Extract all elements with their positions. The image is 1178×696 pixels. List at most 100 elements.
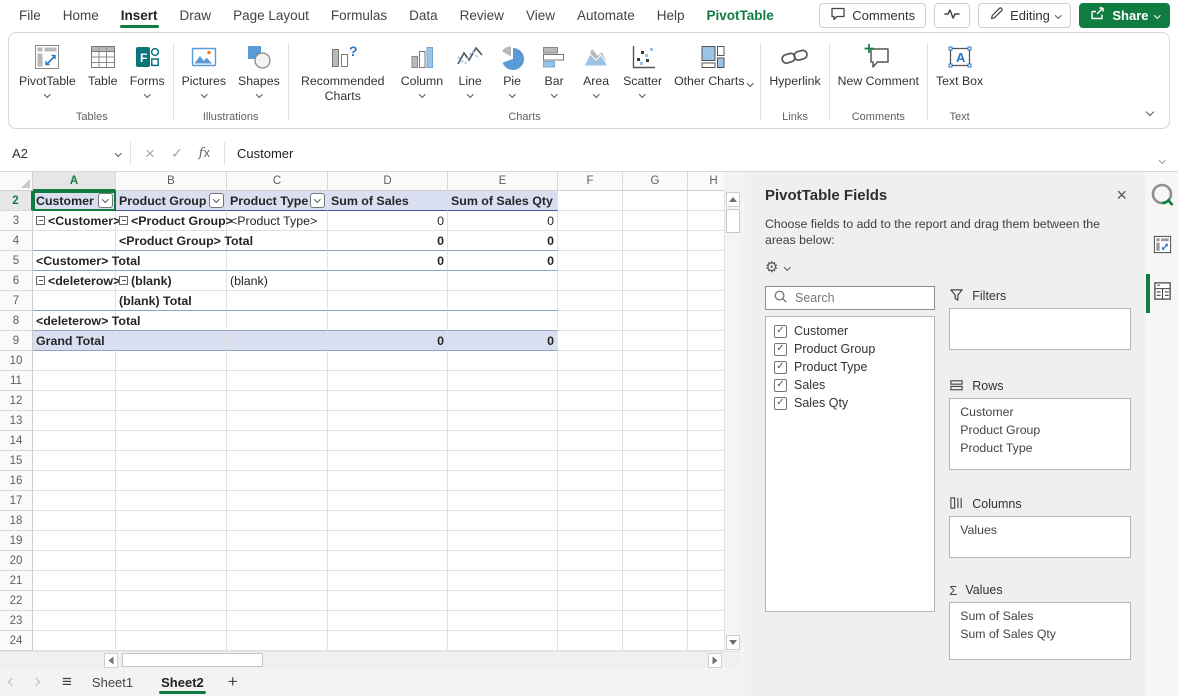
cell-F8[interactable] — [558, 311, 623, 331]
cell-C18[interactable] — [227, 511, 328, 531]
row-header-13[interactable]: 13 — [0, 411, 33, 431]
cell-C9[interactable] — [227, 331, 328, 351]
cell-F18[interactable] — [558, 511, 623, 531]
cell-G2[interactable] — [623, 191, 688, 211]
search-input[interactable] — [795, 291, 915, 305]
filter-dropdown-button[interactable] — [209, 193, 224, 208]
cell-G15[interactable] — [623, 451, 688, 471]
cell-F23[interactable] — [558, 611, 623, 631]
ribbon-button-recommended-charts[interactable]: ? Recommended Charts — [291, 35, 395, 104]
vertical-scrollbar[interactable] — [724, 191, 740, 651]
cell-A7[interactable] — [33, 291, 116, 311]
cell-A10[interactable] — [33, 351, 116, 371]
cell-D12[interactable] — [328, 391, 448, 411]
ribbon-button-other-charts[interactable]: Other Charts — [668, 35, 758, 89]
cell-G16[interactable] — [623, 471, 688, 491]
cell-E5[interactable]: 0 — [448, 251, 558, 271]
cell-B3[interactable]: <Product Group> — [116, 211, 227, 231]
field-checkbox-sales-qty[interactable]: ✓Sales Qty — [774, 394, 926, 412]
cell-B10[interactable] — [116, 351, 227, 371]
cell-B19[interactable] — [116, 531, 227, 551]
pane-settings-button[interactable]: ⚙ — [765, 260, 1131, 275]
cell-G20[interactable] — [623, 551, 688, 571]
cell-E2[interactable]: Sum of Sales Qty — [448, 191, 558, 211]
column-header-G[interactable]: G — [623, 172, 688, 191]
cell-A11[interactable] — [33, 371, 116, 391]
ribbon-button-column-chart[interactable]: Column — [395, 35, 449, 100]
cell-A12[interactable] — [33, 391, 116, 411]
column-header-F[interactable]: F — [558, 172, 623, 191]
cell-A14[interactable] — [33, 431, 116, 451]
columns-area-item[interactable]: Values — [960, 521, 1120, 539]
cell-H24[interactable] — [688, 631, 724, 651]
cell-H9[interactable] — [688, 331, 724, 351]
scroll-right-button[interactable] — [708, 653, 722, 668]
cell-B2[interactable]: Product Group — [116, 191, 227, 211]
cell-G22[interactable] — [623, 591, 688, 611]
pivottable-pane-button[interactable] — [1146, 232, 1178, 262]
cell-E3[interactable]: 0 — [448, 211, 558, 231]
q-addin-button[interactable] — [1146, 180, 1178, 216]
cell-D7[interactable] — [328, 291, 448, 311]
cell-C21[interactable] — [227, 571, 328, 591]
cell-F24[interactable] — [558, 631, 623, 651]
editing-mode-button[interactable]: Editing — [978, 3, 1071, 28]
cell-C5[interactable] — [227, 251, 328, 271]
cell-F2[interactable] — [558, 191, 623, 211]
cell-E9[interactable]: 0 — [448, 331, 558, 351]
cell-F3[interactable] — [558, 211, 623, 231]
cell-F22[interactable] — [558, 591, 623, 611]
cell-D22[interactable] — [328, 591, 448, 611]
cell-F16[interactable] — [558, 471, 623, 491]
cell-D8[interactable] — [328, 311, 448, 331]
ribbon-button-area-chart[interactable]: Area — [575, 35, 617, 100]
cell-B18[interactable] — [116, 511, 227, 531]
cell-D6[interactable] — [328, 271, 448, 291]
cell-F19[interactable] — [558, 531, 623, 551]
cell-B24[interactable] — [116, 631, 227, 651]
cancel-entry-button[interactable]: × — [145, 145, 155, 162]
values-area-item[interactable]: Sum of Sales — [960, 607, 1120, 625]
cell-F21[interactable] — [558, 571, 623, 591]
cell-H21[interactable] — [688, 571, 724, 591]
cell-D17[interactable] — [328, 491, 448, 511]
row-header-21[interactable]: 21 — [0, 571, 33, 591]
cell-E17[interactable] — [448, 491, 558, 511]
field-checkbox-customer[interactable]: ✓Customer — [774, 322, 926, 340]
cell-A21[interactable] — [33, 571, 116, 591]
collapse-outline-button[interactable] — [36, 216, 45, 225]
confirm-entry-button[interactable]: ✓ — [171, 145, 183, 162]
row-header-23[interactable]: 23 — [0, 611, 33, 631]
cell-F6[interactable] — [558, 271, 623, 291]
menu-tab-file[interactable]: File — [8, 0, 52, 30]
cell-C12[interactable] — [227, 391, 328, 411]
next-sheet-button[interactable] — [24, 679, 48, 685]
filter-dropdown-button[interactable] — [310, 193, 325, 208]
cell-H18[interactable] — [688, 511, 724, 531]
cell-E16[interactable] — [448, 471, 558, 491]
cell-E15[interactable] — [448, 451, 558, 471]
cell-E8[interactable] — [448, 311, 558, 331]
cell-D19[interactable] — [328, 531, 448, 551]
cell-B21[interactable] — [116, 571, 227, 591]
cell-A17[interactable] — [33, 491, 116, 511]
cell-B14[interactable] — [116, 431, 227, 451]
column-header-C[interactable]: C — [227, 172, 328, 191]
cell-F4[interactable] — [558, 231, 623, 251]
cell-D2[interactable]: Sum of Sales — [328, 191, 448, 211]
menu-tab-review[interactable]: Review — [449, 0, 515, 30]
cell-A18[interactable] — [33, 511, 116, 531]
cell-E10[interactable] — [448, 351, 558, 371]
field-checkbox-product-type[interactable]: ✓Product Type — [774, 358, 926, 376]
cell-A20[interactable] — [33, 551, 116, 571]
scroll-left-button[interactable] — [104, 653, 118, 668]
row-header-11[interactable]: 11 — [0, 371, 33, 391]
formula-input[interactable]: Customer — [225, 146, 1178, 161]
row-header-6[interactable]: 6 — [0, 271, 33, 291]
cell-H8[interactable] — [688, 311, 724, 331]
row-header-5[interactable]: 5 — [0, 251, 33, 271]
cell-A13[interactable] — [33, 411, 116, 431]
comments-button[interactable]: Comments — [819, 3, 926, 28]
column-header-H[interactable]: H — [688, 172, 724, 191]
cell-E13[interactable] — [448, 411, 558, 431]
